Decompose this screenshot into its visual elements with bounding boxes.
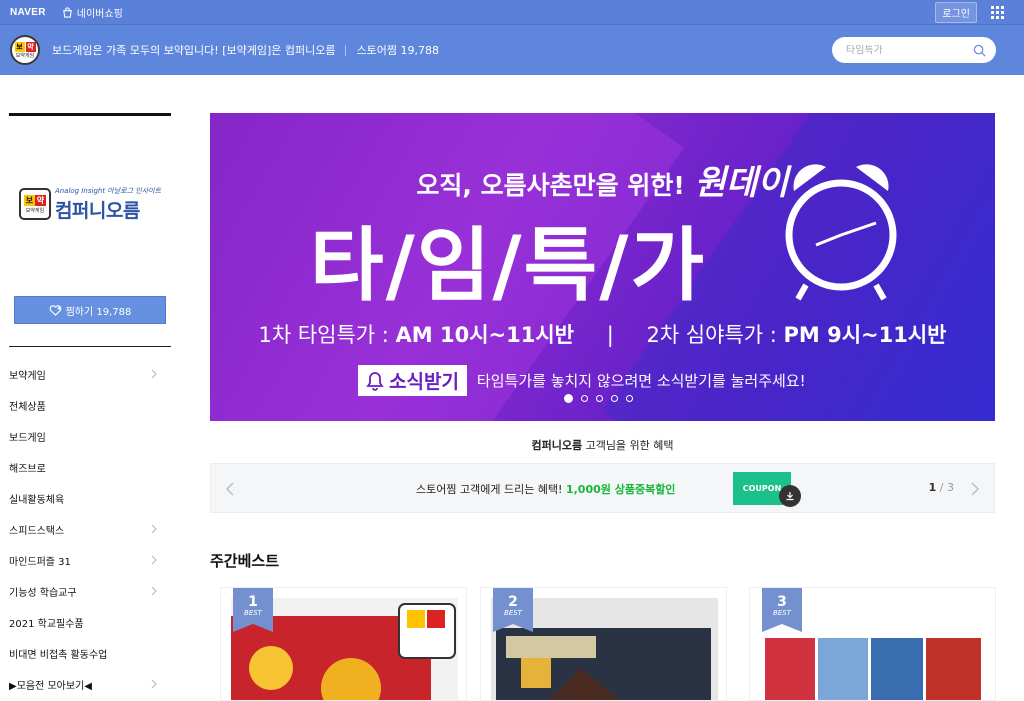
sidebar-logo[interactable]: 보약 보약게임 Analog Insight 아날로그 인사이트 컴퍼니오름: [9, 116, 171, 296]
sidebar-menu-item[interactable]: 실내활동체육: [9, 483, 171, 514]
banner-dot[interactable]: [611, 395, 618, 402]
sidebar-menu-label: 기능성 학습교구: [9, 588, 77, 599]
naver-topbar: NAVER 네이버쇼핑 로그인: [0, 0, 1024, 25]
rank-badge: 1 BEST: [233, 588, 273, 632]
banner-pagination: [564, 394, 633, 403]
promo-banner[interactable]: 오직, 오름사촌만을 위한! 원데이 타/임/특/가 1차 타임특가 : AM 1…: [210, 113, 995, 421]
sidebar-menu-item[interactable]: ▶모음전 모아보기◀: [9, 669, 171, 700]
weekly-best-title: 주간베스트: [210, 552, 280, 570]
shopping-bag-icon: [62, 6, 72, 18]
sidebar-menu-label: ▶모음전 모아보기◀: [9, 681, 92, 692]
product-card-3[interactable]: 3 BEST: [749, 587, 996, 701]
sidebar-menu-item[interactable]: 비대면 비접촉 활동수업: [9, 638, 171, 669]
banner-dot[interactable]: [581, 395, 588, 402]
sidebar: 보약 보약게임 Analog Insight 아날로그 인사이트 컴퍼니오름 찜…: [9, 113, 171, 700]
banner-notice-text: 타임특가를 놓치지 않으려면 소식받기를 눌러주세요!: [476, 372, 806, 390]
bell-icon: [366, 371, 384, 391]
store-header: 보약 보약게임 보드게임은 가족 모두의 보약입니다! [보약게임]은 컴퍼니오…: [0, 25, 1024, 75]
category-menu: 보약게임전체상품보드게임해즈브로실내활동체육스피드스택스마인드퍼즐 31 기능성 …: [9, 359, 171, 700]
heart-plus-icon: [49, 304, 61, 316]
chevron-right-icon[interactable]: [970, 481, 980, 497]
sidebar-menu-label: 전체상품: [9, 402, 46, 413]
naver-shopping-label: 네이버쇼핑: [76, 8, 123, 20]
sidebar-menu-item[interactable]: 마인드퍼즐 31: [9, 545, 171, 576]
download-icon[interactable]: [779, 485, 801, 507]
boyak-badge: 보약 보약게임: [18, 188, 51, 220]
naver-shopping-link[interactable]: 네이버쇼핑: [62, 5, 123, 20]
sidebar-menu-item[interactable]: 2021 학교필수품: [9, 607, 171, 638]
store-search: [832, 37, 996, 63]
banner-schedule: 1차 타임특가 : AM 10시~11시반 | 2차 심야특가 : PM 9시~…: [258, 323, 947, 347]
search-input[interactable]: [846, 44, 973, 56]
product-card-2[interactable]: 2 BEST: [480, 587, 727, 701]
sidebar-menu-label: 스피드스택스: [9, 526, 65, 537]
store-logo[interactable]: 보약 보약게임: [10, 35, 40, 65]
coupon-text: 스토어찜 고객에게 드리는 혜택! 1,000원 상품중복할인: [416, 483, 676, 496]
sidebar-menu-label: 해즈브로: [9, 464, 46, 475]
carousel-page-indicator: 1 / 3: [928, 481, 954, 494]
divider: [345, 44, 347, 56]
sidebar-menu-label: 실내활동체육: [9, 495, 65, 506]
sidebar-menu-label: 보약게임: [9, 371, 46, 382]
banner-notice: 소식받기 타임특가를 놓치지 않으려면 소식받기를 눌러주세요!: [358, 365, 806, 396]
sidebar-menu-label: 비대면 비접촉 활동수업: [9, 650, 108, 661]
chevron-right-icon[interactable]: [151, 524, 157, 534]
banner-dot[interactable]: [626, 395, 633, 402]
search-icon[interactable]: [973, 44, 986, 57]
banner-dot[interactable]: [596, 395, 603, 402]
alarm-clock-icon: [785, 164, 897, 301]
favorite-button-label: 찜하기 19,788: [65, 306, 132, 318]
login-button[interactable]: 로그인: [935, 1, 977, 23]
product-card-1[interactable]: 1 BEST: [220, 587, 467, 701]
chevron-right-icon[interactable]: [151, 369, 157, 379]
banner-dot[interactable]: [564, 394, 573, 403]
naver-logo[interactable]: NAVER: [10, 7, 46, 18]
banner-title: 타/임/특/가: [310, 219, 707, 312]
chevron-left-icon[interactable]: [225, 481, 235, 497]
sidebar-menu-item[interactable]: 기능성 학습교구: [9, 576, 171, 607]
store-favorite-count: 스토어찜 19,788: [356, 44, 439, 57]
chevron-right-icon[interactable]: [151, 679, 157, 689]
logo-title: 컴퍼니오름: [54, 199, 140, 222]
sidebar-menu-item[interactable]: 보약게임: [9, 359, 171, 390]
subscribe-news-button[interactable]: 소식받기: [358, 365, 467, 396]
sidebar-menu-item[interactable]: 해즈브로: [9, 452, 171, 483]
sidebar-menu-label: 마인드퍼즐 31: [9, 557, 71, 568]
sidebar-menu-label: 2021 학교필수품: [9, 619, 84, 630]
chevron-right-icon[interactable]: [151, 586, 157, 596]
logo-subtitle: Analog Insight 아날로그 인사이트: [54, 186, 162, 195]
benefit-title: 컴퍼니오름 고객님을 위한 혜택: [531, 439, 674, 452]
apps-grid-icon[interactable]: [991, 5, 1004, 19]
rank-badge: 2 BEST: [493, 588, 533, 632]
sidebar-menu-item[interactable]: 보드게임: [9, 421, 171, 452]
favorite-button[interactable]: 찜하기 19,788: [14, 296, 166, 324]
rank-badge: 3 BEST: [762, 588, 802, 632]
sidebar-menu-label: 보드게임: [9, 433, 46, 444]
sidebar-menu-item[interactable]: 스피드스택스: [9, 514, 171, 545]
chevron-right-icon[interactable]: [151, 555, 157, 565]
coupon-highlight: 1,000원 상품중복할인: [565, 483, 676, 496]
coupon-carousel: 스토어찜 고객에게 드리는 혜택! 1,000원 상품중복할인 COUPON 1…: [210, 463, 995, 513]
sidebar-divider: [9, 346, 171, 347]
sidebar-menu-item[interactable]: 전체상품: [9, 390, 171, 421]
store-title[interactable]: 보드게임은 가족 모두의 보약입니다! [보약게임]은 컴퍼니오름: [52, 42, 335, 58]
